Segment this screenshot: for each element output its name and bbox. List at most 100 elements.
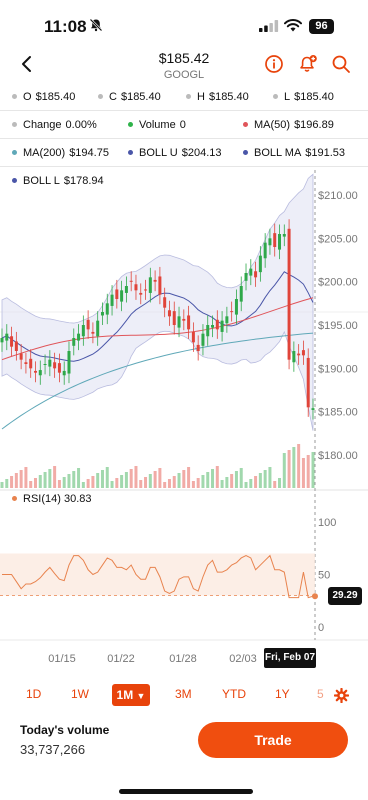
add-alert-icon[interactable] bbox=[298, 54, 318, 74]
volume-bar bbox=[110, 481, 114, 488]
candle-body bbox=[172, 311, 176, 325]
change-value: 0.00% bbox=[65, 119, 97, 131]
volume-bar bbox=[163, 482, 167, 488]
bollinger-band bbox=[1, 173, 314, 431]
volume-bar bbox=[230, 474, 234, 488]
volume-bar bbox=[177, 473, 181, 488]
candle-body bbox=[163, 297, 167, 308]
volume-bar bbox=[292, 447, 296, 488]
cellular-signal-icon bbox=[259, 20, 279, 32]
range-selector: 1D 1W 1M ▼ 3M YTD 1Y 5 bbox=[0, 684, 368, 706]
gear-icon[interactable] bbox=[334, 688, 349, 703]
boll-upper-value: $204.13 bbox=[181, 147, 222, 159]
volume-bar bbox=[139, 480, 143, 488]
volume-bar bbox=[268, 467, 272, 488]
boll-upper-stat: BOLL U $204.13 bbox=[128, 147, 222, 159]
low-stat: L $185.40 bbox=[273, 91, 334, 103]
volume-bar bbox=[19, 470, 23, 488]
volume-bar bbox=[120, 475, 124, 488]
open-stat: O $185.40 bbox=[12, 91, 75, 103]
rsi-axis-label: 0 bbox=[318, 622, 324, 634]
rsi-current-badge: 29.29 bbox=[328, 587, 362, 605]
volume-stat: Volume 0 bbox=[128, 119, 186, 131]
volume-value-stat: 0 bbox=[179, 119, 186, 131]
range-3m[interactable]: 3M bbox=[175, 687, 192, 701]
volume-bar bbox=[306, 455, 310, 488]
range-ytd[interactable]: YTD bbox=[222, 687, 246, 701]
range-1y[interactable]: 1Y bbox=[275, 687, 290, 701]
ma200-stat: MA(200) $194.75 bbox=[12, 147, 109, 159]
volume-bar bbox=[201, 475, 205, 488]
candle-body bbox=[211, 325, 215, 328]
candle-body bbox=[268, 238, 272, 246]
info-icon[interactable] bbox=[264, 54, 284, 74]
open-dot bbox=[12, 93, 17, 99]
range-1w[interactable]: 1W bbox=[71, 687, 89, 701]
price-axis-label: $195.00 bbox=[318, 320, 358, 332]
close-stat: C $185.40 bbox=[98, 91, 161, 103]
ma-boll-row: MA(200) $194.75 BOLL U $204.13 BOLL MA $191… bbox=[0, 147, 368, 167]
volume-bar bbox=[158, 468, 162, 488]
rsi-band bbox=[0, 553, 315, 596]
candle-body bbox=[191, 331, 195, 343]
candle-body bbox=[278, 234, 282, 250]
candle-body bbox=[311, 408, 315, 410]
rsi-axis-label: 100 bbox=[318, 517, 336, 529]
price-axis-label: $190.00 bbox=[318, 363, 358, 375]
bell-slash-icon bbox=[89, 18, 103, 32]
search-icon[interactable] bbox=[331, 54, 351, 74]
home-indicator bbox=[119, 789, 253, 794]
candle-body bbox=[29, 358, 33, 369]
range-1d[interactable]: 1D bbox=[26, 687, 41, 701]
candle-body bbox=[258, 255, 262, 273]
x-axis-date-label: 01/28 bbox=[169, 653, 197, 665]
candle-body bbox=[230, 311, 234, 313]
x-axis-date-label: 01/22 bbox=[107, 653, 135, 665]
boll-upper-dot bbox=[128, 149, 133, 155]
range-5y[interactable]: 5 bbox=[317, 687, 324, 701]
volume-bar bbox=[258, 473, 262, 488]
volume-bar bbox=[100, 470, 104, 488]
volume-bar bbox=[254, 476, 258, 488]
candle-body bbox=[196, 344, 200, 351]
candle-body bbox=[177, 316, 181, 328]
volume-bar bbox=[297, 444, 301, 488]
battery-icon: 96 bbox=[309, 19, 334, 34]
candle-body bbox=[19, 353, 23, 360]
candle-body bbox=[249, 268, 253, 276]
candle-body bbox=[273, 233, 277, 247]
candle-body bbox=[263, 242, 267, 259]
rsi-dot bbox=[12, 495, 17, 501]
volume-bar bbox=[167, 479, 171, 488]
cursor-date-badge: Fri, Feb 07 bbox=[264, 648, 316, 668]
volume-bar bbox=[148, 474, 152, 488]
rsi-current-dot bbox=[312, 593, 318, 600]
low-value: $185.40 bbox=[294, 91, 334, 103]
range-1m[interactable]: 1M ▼ bbox=[112, 684, 150, 706]
candle-body bbox=[254, 271, 258, 278]
price-chart[interactable]: $210.00 $205.00 $200.00 $195.00 $190.00 $185.… bbox=[0, 170, 368, 670]
high-stat: H $185.40 bbox=[186, 91, 249, 103]
caret-down-icon: ▼ bbox=[136, 691, 146, 701]
volume-bar bbox=[263, 470, 267, 488]
price-axis-label: $185.00 bbox=[318, 407, 358, 419]
volume-bar bbox=[182, 470, 186, 488]
volume-bar bbox=[206, 472, 210, 488]
candle-body bbox=[105, 303, 109, 315]
volume-bar bbox=[53, 466, 57, 488]
ma50-value: $196.89 bbox=[294, 119, 334, 131]
trade-button[interactable]: Trade bbox=[198, 722, 348, 758]
candle-body bbox=[220, 320, 224, 332]
volume-bar bbox=[57, 480, 61, 488]
volume-bar bbox=[43, 472, 47, 488]
volume-bar bbox=[86, 479, 90, 488]
candle-body bbox=[124, 286, 128, 293]
candle-body bbox=[81, 325, 85, 337]
volume-bar bbox=[24, 467, 28, 488]
volume-bar bbox=[301, 458, 305, 488]
boll-ma-stat: BOLL MA $191.53 bbox=[243, 147, 345, 159]
volume-bar bbox=[67, 474, 71, 488]
price-axis-label: $200.00 bbox=[318, 277, 358, 289]
candle-body bbox=[239, 286, 243, 302]
change-dot bbox=[12, 121, 17, 127]
